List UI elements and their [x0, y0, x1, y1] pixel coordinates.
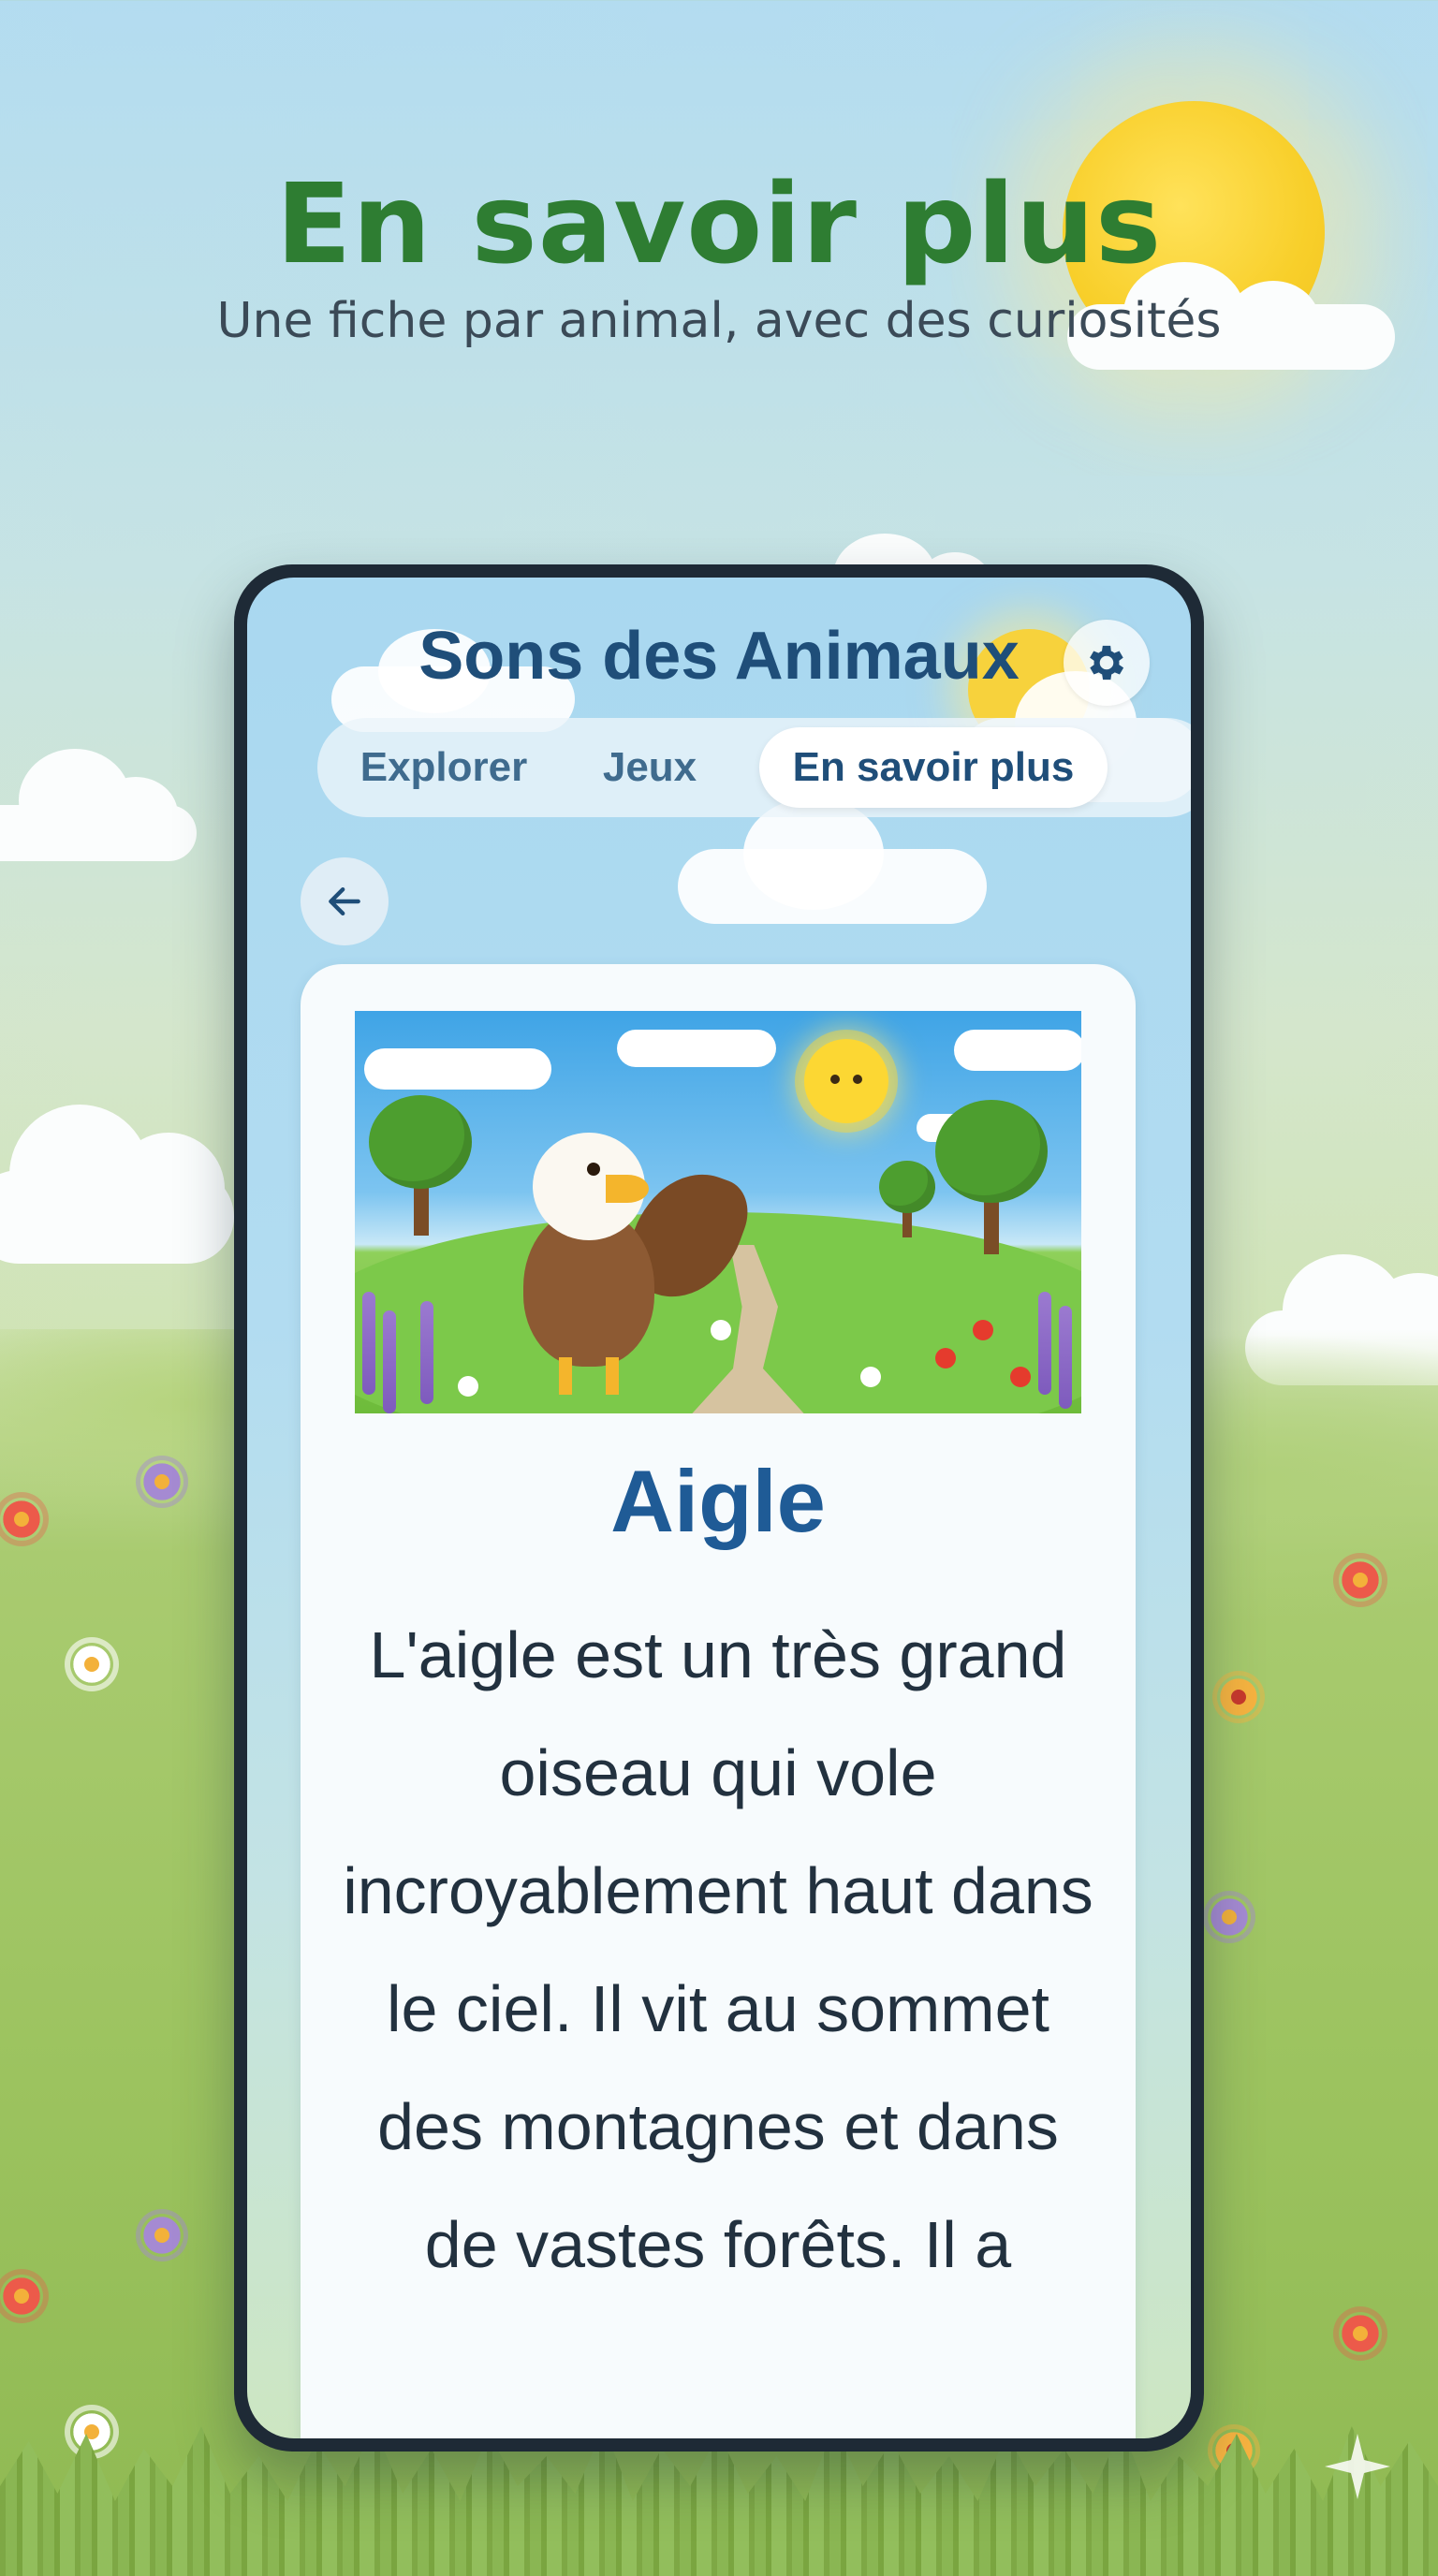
- lavender-icon: [1038, 1292, 1051, 1395]
- flower-icon: [1339, 2312, 1382, 2355]
- arrow-left-icon: [329, 886, 360, 916]
- phone-frame: Sons des Animaux Explorer Jeux En savoir…: [234, 564, 1204, 2452]
- background-cloud: [0, 749, 197, 861]
- tab-en-savoir-plus[interactable]: En savoir plus: [759, 727, 1108, 808]
- flower-icon: [1208, 1895, 1251, 1939]
- flower-icon: [140, 2214, 183, 2257]
- smiling-sun-icon: [804, 1039, 888, 1123]
- lavender-icon: [362, 1292, 375, 1395]
- screen-cloud: [678, 798, 987, 924]
- flower-icon: [70, 1643, 113, 1686]
- daisy-icon: [711, 1320, 731, 1340]
- tab-jeux[interactable]: Jeux: [589, 727, 711, 808]
- lavender-icon: [1059, 1306, 1072, 1409]
- animal-name: Aigle: [610, 1452, 826, 1550]
- background-cloud: [0, 1105, 234, 1264]
- animal-card: Aigle L'aigle est un très grand oiseau q…: [301, 964, 1136, 2438]
- illustration-cloud: [617, 1030, 776, 1067]
- animal-description: L'aigle est un très grand oiseau qui vol…: [343, 1618, 1093, 2281]
- flower-icon: [1217, 1676, 1260, 1719]
- app-title: Sons des Animaux: [418, 619, 1020, 694]
- daisy-icon: [458, 1376, 478, 1397]
- flower-icon: [1339, 1559, 1382, 1602]
- flower-icon: [0, 2275, 43, 2318]
- tab-explorer[interactable]: Explorer: [345, 727, 542, 808]
- page-headline: En savoir plus: [275, 159, 1163, 288]
- poppy-icon: [935, 1348, 956, 1368]
- flower-icon: [140, 1460, 183, 1503]
- illustration-cloud: [954, 1030, 1081, 1071]
- page-subtitle: Une fiche par animal, avec des curiosité…: [216, 293, 1222, 349]
- eagle-character: [495, 1105, 758, 1404]
- daisy-icon: [860, 1367, 881, 1387]
- illustration-cloud: [364, 1048, 551, 1090]
- lavender-icon: [420, 1301, 433, 1404]
- app-screen: Sons des Animaux Explorer Jeux En savoir…: [247, 578, 1191, 2438]
- eagle-illustration: [355, 1011, 1081, 1413]
- tab-bar: Explorer Jeux En savoir plus: [317, 718, 1191, 817]
- poppy-icon: [1010, 1367, 1031, 1387]
- lavender-icon: [383, 1310, 396, 1413]
- gear-icon: [1090, 645, 1124, 681]
- flower-icon: [0, 1498, 43, 1541]
- settings-button[interactable]: [1064, 620, 1150, 706]
- poppy-icon: [973, 1320, 993, 1340]
- back-button[interactable]: [301, 857, 389, 945]
